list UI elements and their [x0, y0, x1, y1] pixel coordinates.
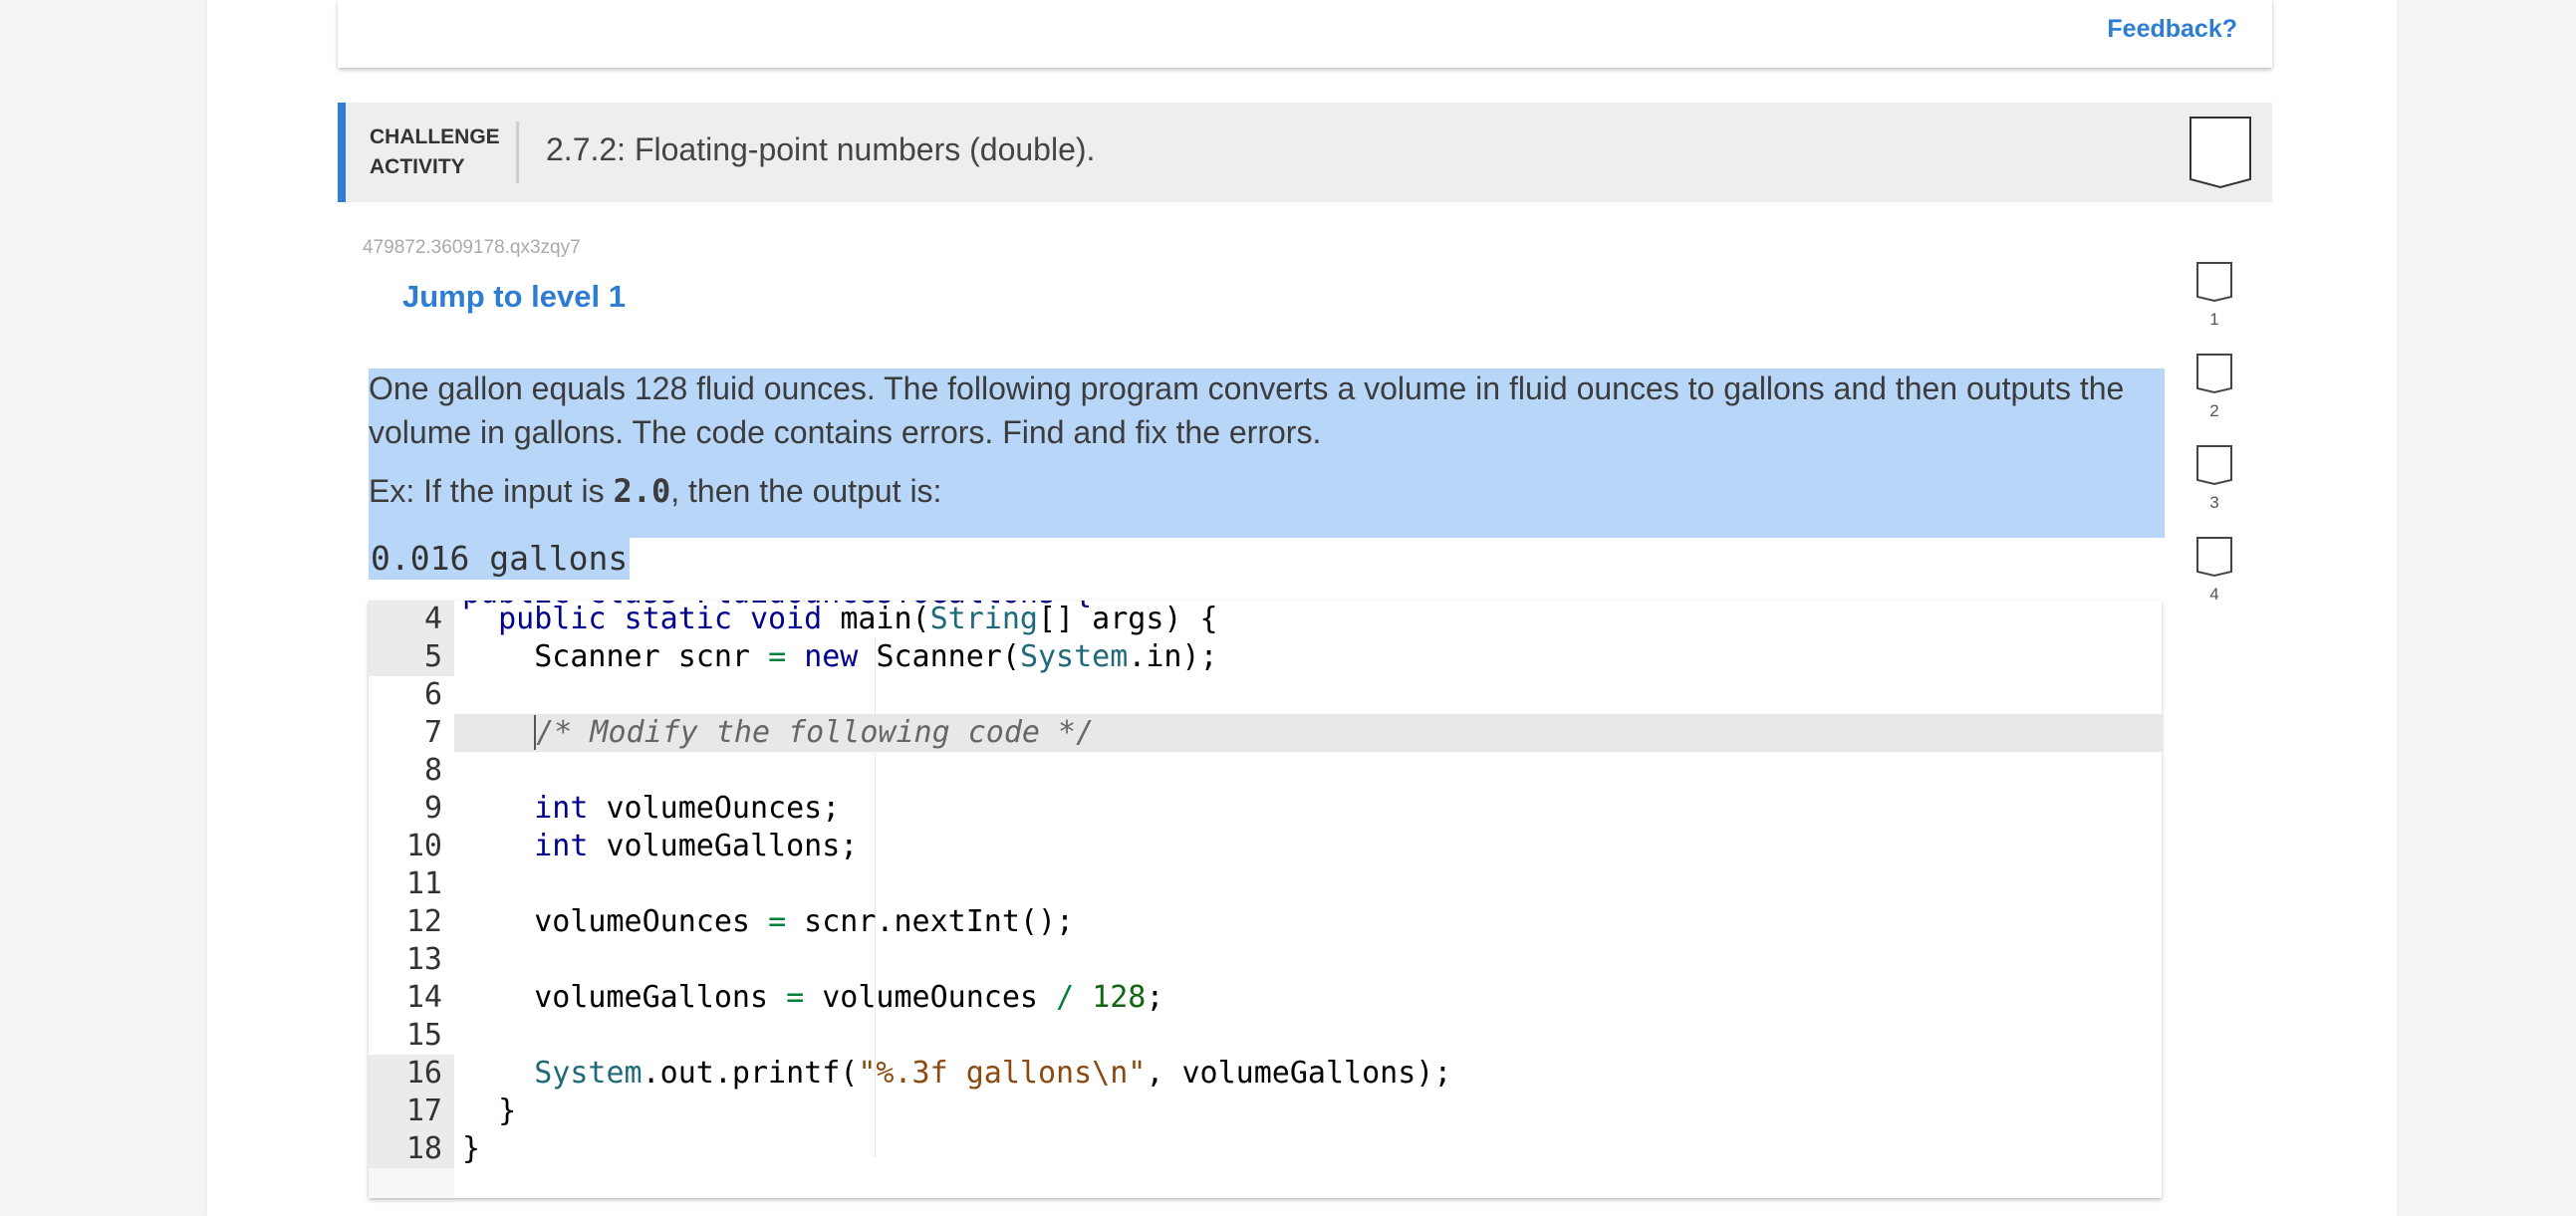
- code-line-text: [454, 865, 2162, 903]
- line-number: 4: [369, 601, 454, 638]
- challenge-activity-header: CHALLENGE ACTIVITY 2.7.2: Floating-point…: [338, 103, 2272, 202]
- line-number: 15: [369, 1017, 454, 1055]
- level-badge-icon: [2196, 354, 2232, 394]
- level-badge-icon: [2196, 262, 2232, 303]
- feedback-link[interactable]: Feedback?: [2107, 15, 2237, 44]
- code-line[interactable]: 16 System.out.printf("%.3f gallons\n", v…: [369, 1055, 2162, 1093]
- problem-description: One gallon equals 128 fluid ounces. The …: [369, 370, 2125, 450]
- example-prefix: Ex: If the input is: [369, 473, 614, 509]
- level-number: 3: [2209, 493, 2219, 512]
- level-number: 4: [2209, 585, 2219, 604]
- line-number: 17: [369, 1093, 454, 1130]
- code-line[interactable]: 10 int volumeGallons;: [369, 828, 2162, 865]
- code-line[interactable]: 18 }: [369, 1130, 2162, 1168]
- code-line[interactable]: 15: [369, 1017, 2162, 1055]
- code-line[interactable]: 5 Scanner scnr = new Scanner(System.in);: [369, 638, 2162, 676]
- activity-title: 2.7.2: Floating-point numbers (double).: [546, 131, 1096, 167]
- level-2-button[interactable]: 2: [2194, 353, 2234, 421]
- code-line-text: int volumeGallons;: [534, 829, 859, 863]
- code-line-text: Scanner scnr = new Scanner(System.in);: [534, 639, 1218, 674]
- level-badge-icon: [2196, 445, 2232, 486]
- line-number: 11: [369, 865, 454, 903]
- line-number: 7: [369, 714, 454, 752]
- code-line[interactable]: 11: [369, 865, 2162, 903]
- completion-badge-icon: [2190, 117, 2251, 189]
- line-number: 14: [369, 979, 454, 1017]
- line-number: 8: [369, 752, 454, 790]
- code-editor[interactable]: public class FluidOuncesToGallons { 4 pu…: [369, 601, 2162, 1198]
- code-line-text: /* Modify the following code */: [454, 714, 2162, 752]
- code-line[interactable]: 9 int volumeOunces;: [369, 790, 2162, 828]
- activity-id: 479872.3609178.qx3zqy7: [363, 237, 581, 258]
- line-number: 9: [369, 790, 454, 828]
- code-line[interactable]: 4 public static void main(String[] args)…: [369, 601, 2162, 638]
- line-number: 18: [369, 1130, 454, 1168]
- challenge-activity-label: CHALLENGE ACTIVITY: [370, 122, 500, 182]
- level-number: 1: [2209, 310, 2219, 329]
- code-line[interactable]: 17 }: [369, 1093, 2162, 1130]
- code-line-text: int volumeOunces;: [534, 791, 841, 826]
- code-line-text: public static void main(String[] args) {: [498, 602, 1218, 636]
- challenge-label-line2: ACTIVITY: [370, 155, 465, 178]
- code-line[interactable]: 14 volumeGallons = volumeOunces / 128;: [369, 979, 2162, 1017]
- code-line-text: [454, 752, 2162, 790]
- line-number: 6: [369, 676, 454, 714]
- level-badge-icon: [2196, 537, 2232, 578]
- code-line[interactable]: 12 volumeOunces = scnr.nextInt();: [369, 903, 2162, 941]
- code-line-text: [454, 676, 2162, 714]
- line-number: 5: [369, 638, 454, 676]
- code-line-text: volumeOunces = scnr.nextInt();: [534, 904, 1075, 939]
- code-line[interactable]: 8: [369, 752, 2162, 790]
- code-line-text: }: [498, 1094, 517, 1128]
- code-line-text: volumeGallons = volumeOunces / 128;: [534, 980, 1164, 1015]
- code-line-text: System.out.printf("%.3f gallons\n", volu…: [534, 1056, 1452, 1091]
- line-number: 16: [369, 1055, 454, 1093]
- level-3-button[interactable]: 3: [2194, 444, 2234, 513]
- code-line-active[interactable]: 7 /* Modify the following code */: [369, 714, 2162, 752]
- line-number: 12: [369, 903, 454, 941]
- code-line[interactable]: 6: [369, 676, 2162, 714]
- example-input-value: 2.0: [613, 472, 671, 510]
- level-number: 2: [2209, 401, 2219, 420]
- previous-card-footer: Feedback?: [338, 0, 2272, 68]
- code-line-text: [454, 1017, 2162, 1055]
- example-statement: Ex: If the input is 2.0, then the output…: [369, 472, 941, 510]
- jump-to-level-link[interactable]: Jump to level 1: [402, 279, 626, 315]
- code-line-text: }: [462, 1131, 481, 1166]
- level-4-button[interactable]: 4: [2194, 536, 2234, 605]
- header-divider: [516, 122, 519, 183]
- challenge-label-line1: CHALLENGE: [370, 125, 500, 148]
- example-suffix: , then the output is:: [670, 473, 942, 509]
- line-number: 13: [369, 941, 454, 979]
- example-output: 0.016 gallons: [369, 538, 631, 580]
- code-line[interactable]: 13: [369, 941, 2162, 979]
- level-1-button[interactable]: 1: [2194, 261, 2234, 330]
- code-line-text: [454, 941, 2162, 979]
- line-number: 10: [369, 828, 454, 865]
